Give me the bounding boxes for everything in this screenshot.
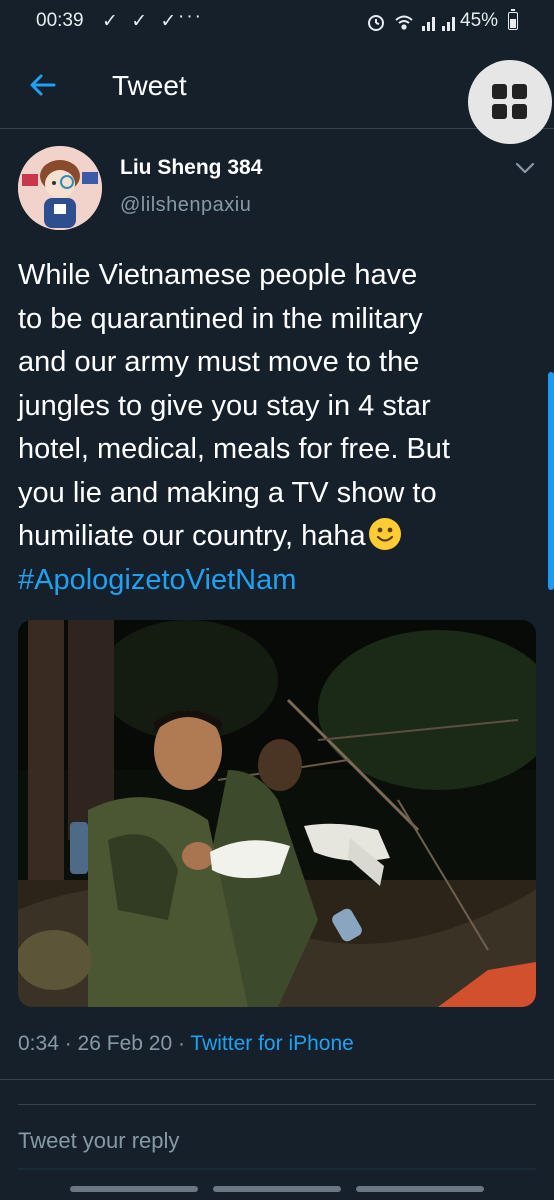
signal-icon — [422, 17, 455, 31]
tweet-meta: 0:34 · 26 Feb 20 · Twitter for iPhone — [18, 1032, 354, 1056]
grid-menu-button[interactable] — [468, 60, 552, 144]
soldiers-eating-photo — [18, 620, 536, 1007]
page-title: Tweet — [112, 70, 187, 101]
wifi-icon — [395, 15, 413, 30]
author-name[interactable]: Liu Sheng 384 — [120, 156, 262, 180]
grid-icon — [492, 84, 507, 99]
arrow-left-icon[interactable] — [28, 70, 58, 100]
chevron-down-icon[interactable] — [514, 160, 536, 176]
battery-icon — [508, 9, 518, 30]
battery-percent: 45% — [460, 10, 499, 31]
status-time: 00:39 — [36, 10, 84, 31]
tweet-body: While Vietnamese people have to be quara… — [18, 259, 450, 552]
scrollbar[interactable] — [548, 372, 554, 590]
overflow-dots: ··· — [178, 6, 203, 27]
divider — [0, 1079, 554, 1080]
nav-handle — [213, 1186, 341, 1192]
reply-input[interactable]: Tweet your reply — [18, 1128, 179, 1154]
avatar[interactable] — [18, 146, 102, 230]
tweet-photo[interactable] — [18, 620, 536, 1007]
slightly-smiling-face-icon — [368, 518, 401, 550]
avatar-image — [18, 146, 102, 230]
top-app-bar: Tweet — [0, 44, 554, 144]
tweet-time: 0:34 — [18, 1032, 59, 1055]
meta-separator: · — [172, 1032, 191, 1055]
meta-separator: · — [58, 1032, 78, 1055]
alarm-icon — [368, 15, 384, 31]
nav-handle — [70, 1186, 198, 1192]
notification-icons: ✓ ✓ ✓ — [102, 11, 181, 32]
status-bar: 00:39 ✓ ✓ ✓ ··· 45% — [0, 0, 554, 44]
tweet-date: 26 Feb 20 — [77, 1032, 173, 1055]
hashtag-link[interactable]: #ApologizetoVietNam — [18, 564, 296, 596]
reply-underline — [18, 1168, 536, 1170]
tweet-source-link[interactable]: Twitter for iPhone — [190, 1032, 353, 1055]
nav-handle — [356, 1186, 484, 1192]
author-handle[interactable]: @lilshenpaxiu — [120, 194, 251, 217]
status-icons — [368, 15, 455, 31]
tweet-text: While Vietnamese people have to be quara… — [18, 254, 540, 602]
divider — [18, 1104, 536, 1105]
